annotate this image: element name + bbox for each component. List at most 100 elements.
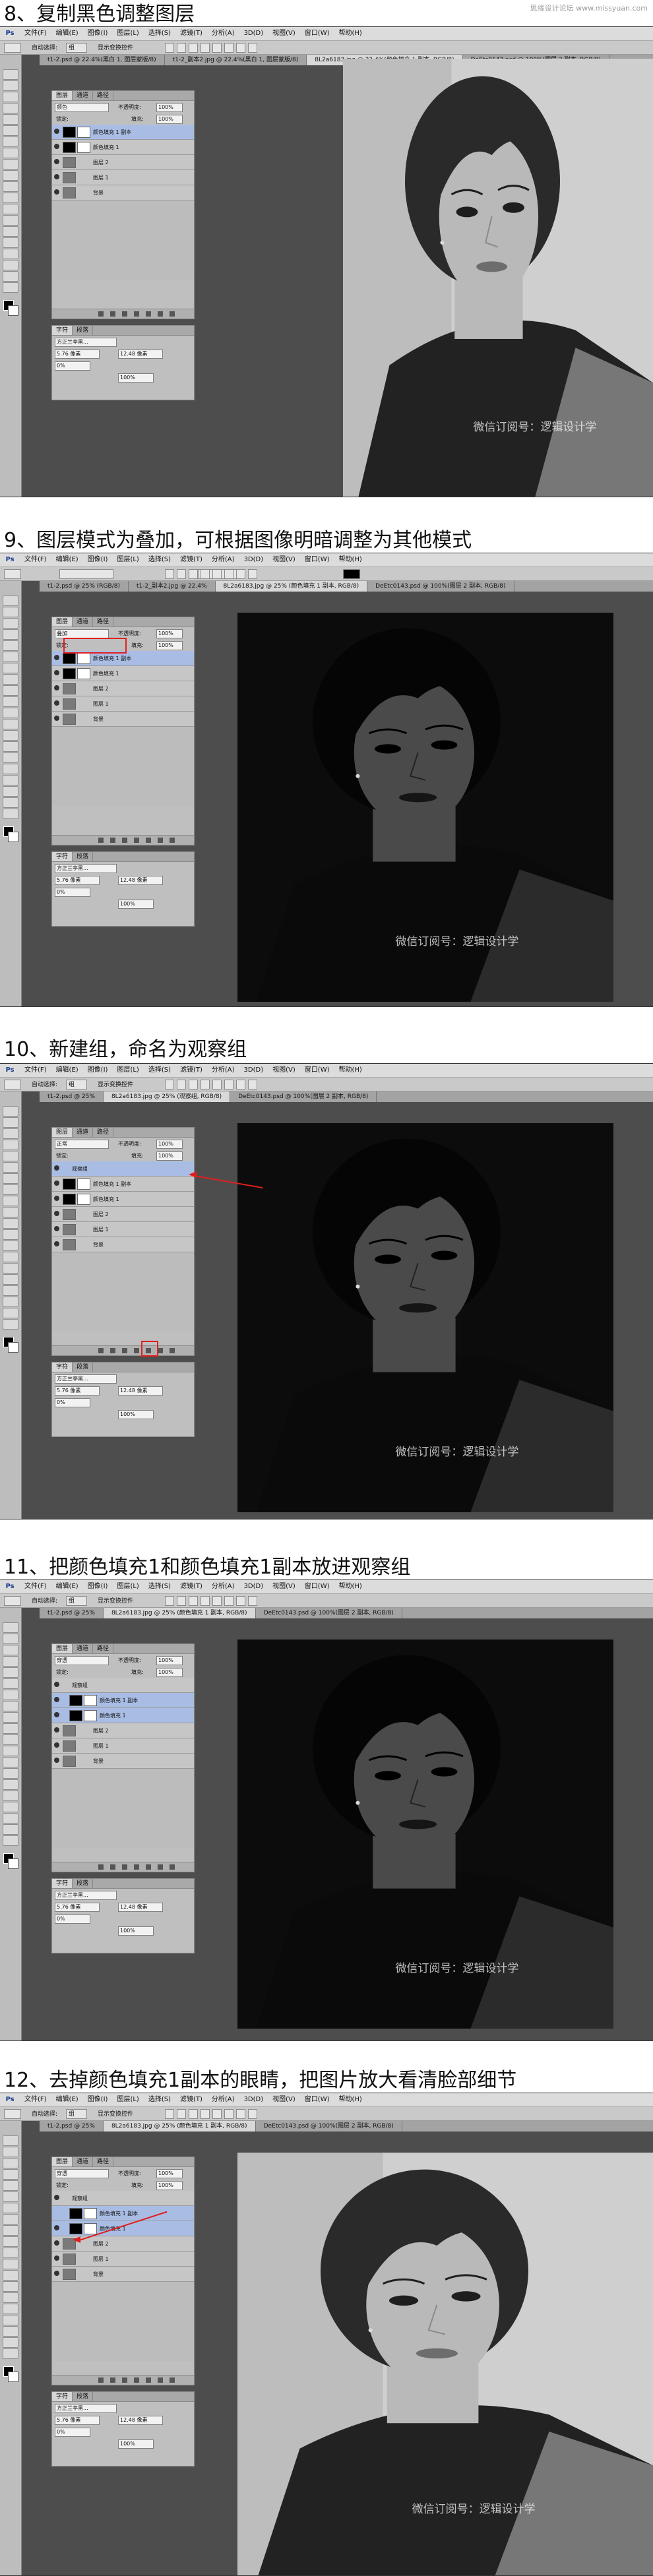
panel-tab[interactable]: 通道: [73, 2157, 93, 2166]
lasso-tool-icon[interactable]: [3, 618, 18, 629]
leading-input[interactable]: 12.48 像素: [118, 1386, 163, 1395]
layer-row[interactable]: 图层 2: [52, 155, 194, 170]
tracking-input[interactable]: 0%: [55, 2428, 90, 2437]
panel-tab[interactable]: 路径: [93, 1128, 113, 1137]
new-group-icon[interactable]: [146, 2377, 151, 2383]
blur-tool-icon[interactable]: [3, 204, 18, 214]
new-group-icon[interactable]: [146, 311, 151, 317]
crop-tool-icon[interactable]: [3, 1667, 18, 1678]
panel-tab[interactable]: 段落: [73, 326, 93, 335]
panel-tab[interactable]: 路径: [93, 91, 113, 100]
menu-item[interactable]: 文件(F): [20, 553, 51, 567]
delete-layer-icon[interactable]: [170, 2377, 175, 2383]
gradient-tool-icon[interactable]: [3, 193, 18, 203]
eyedropper-icon[interactable]: [3, 2192, 18, 2202]
marquee-tool-icon[interactable]: [3, 1117, 18, 1128]
type-tool-icon[interactable]: [3, 764, 18, 774]
menu-item[interactable]: 视图(V): [268, 27, 300, 40]
eye-icon[interactable]: [54, 655, 59, 660]
tool-preset-picker[interactable]: [4, 1080, 21, 1089]
menu-item[interactable]: 选择(S): [144, 27, 175, 40]
delete-layer-icon[interactable]: [170, 311, 175, 317]
panel-tab[interactable]: 图层: [52, 91, 73, 100]
link-layers-icon[interactable]: [98, 2377, 104, 2383]
leading-input[interactable]: 12.48 像素: [118, 350, 163, 359]
align-button[interactable]: [165, 43, 174, 53]
blur-tool-icon[interactable]: [3, 2270, 18, 2281]
align-button[interactable]: [224, 569, 233, 579]
adjustment-layer-icon[interactable]: [134, 838, 139, 843]
layer-row[interactable]: 图层 2: [52, 681, 194, 696]
adjustment-layer-icon[interactable]: [134, 2377, 139, 2383]
magic-wand-icon[interactable]: [3, 629, 18, 640]
menu-item[interactable]: 视图(V): [268, 2093, 300, 2106]
type-tool-icon[interactable]: [3, 237, 18, 248]
layer-row[interactable]: 背景: [52, 2267, 194, 2282]
leading-input[interactable]: 12.48 像素: [118, 1903, 163, 1912]
layer-group-row[interactable]: 观察组: [52, 1678, 194, 1693]
panel-tab[interactable]: 图层: [52, 1128, 73, 1137]
eye-icon[interactable]: [54, 1165, 59, 1171]
background-color-swatch[interactable]: [8, 1342, 18, 1353]
panel-tab[interactable]: 图层: [52, 2157, 73, 2166]
add-mask-icon[interactable]: [122, 1348, 127, 1353]
leading-input[interactable]: 12.48 像素: [118, 2416, 163, 2425]
magic-wand-icon[interactable]: [3, 2169, 18, 2180]
menu-item[interactable]: 图像(I): [83, 1580, 113, 1593]
eye-icon[interactable]: [54, 1697, 59, 1702]
font-size-input[interactable]: 5.76 像素: [55, 2416, 100, 2425]
font-family-dropdown[interactable]: 方正兰亭黑...: [55, 1374, 117, 1384]
eye-icon[interactable]: [54, 1742, 59, 1748]
pen-tool-icon[interactable]: [3, 752, 18, 763]
menu-item[interactable]: 滤镜(T): [175, 1064, 207, 1077]
layer-row[interactable]: 颜色填充 1: [52, 2221, 194, 2236]
move-tool-icon[interactable]: [3, 69, 18, 80]
menu-item[interactable]: 图层(L): [112, 553, 143, 567]
layer-row[interactable]: 图层 1: [52, 1222, 194, 1237]
eyedropper-icon[interactable]: [3, 125, 18, 136]
blur-tool-icon[interactable]: [3, 1757, 18, 1767]
gradient-tool-icon[interactable]: [3, 2259, 18, 2269]
brush-tool-icon[interactable]: [3, 1701, 18, 1711]
hand-tool-icon[interactable]: [3, 271, 18, 282]
font-family-dropdown[interactable]: 方正兰亭黑...: [55, 864, 117, 873]
eyedropper-icon[interactable]: [3, 1678, 18, 1689]
brush-tool-icon[interactable]: [3, 1184, 18, 1195]
menu-item[interactable]: 滤镜(T): [175, 1580, 207, 1593]
layer-row[interactable]: 颜色填充 1: [52, 1708, 194, 1723]
history-brush-icon[interactable]: [3, 1723, 18, 1734]
marquee-tool-icon[interactable]: [3, 607, 18, 617]
font-size-input[interactable]: 5.76 像素: [55, 1386, 100, 1395]
document-tab[interactable]: 8L2a6183.jpg @ 25% (观察组, RGB/8): [104, 1091, 230, 1102]
document-tab[interactable]: DeEtc0143.psd @ 100%(图层 2 副本, RGB/8): [256, 2121, 402, 2131]
document-tab[interactable]: DeEtc0143.psd @ 100%(图层 2 副本, RGB/8): [256, 1608, 402, 1618]
document-tab[interactable]: t1-2.psd @ 25%: [40, 2121, 104, 2131]
marquee-tool-icon[interactable]: [3, 2147, 18, 2157]
healing-brush-icon[interactable]: [3, 1173, 18, 1184]
menu-item[interactable]: 滤镜(T): [175, 27, 207, 40]
layer-row[interactable]: 颜色填充 1 副本: [52, 1177, 194, 1192]
align-button[interactable]: [201, 569, 210, 579]
brush-tool-icon[interactable]: [3, 2214, 18, 2224]
panel-tab[interactable]: 字符: [52, 2392, 73, 2401]
move-tool-icon[interactable]: [3, 1622, 18, 1633]
eye-icon[interactable]: [54, 1226, 59, 1231]
clone-stamp-icon[interactable]: [3, 685, 18, 696]
dodge-tool-icon[interactable]: [3, 1252, 18, 1262]
layer-row[interactable]: 图层 1: [52, 2252, 194, 2267]
menu-item[interactable]: 文件(F): [20, 1064, 51, 1077]
panel-tab[interactable]: 通道: [73, 1128, 93, 1137]
panel-tab[interactable]: 段落: [73, 852, 93, 861]
crop-tool-icon[interactable]: [3, 114, 18, 125]
align-button[interactable]: [248, 43, 257, 53]
scale-input[interactable]: 100%: [118, 900, 154, 909]
link-layers-icon[interactable]: [98, 311, 104, 317]
lasso-tool-icon[interactable]: [3, 1128, 18, 1139]
document-tab[interactable]: t1-2.psd @ 22.4%(黑白 1, 图层蒙版/8): [40, 55, 165, 65]
align-button[interactable]: [165, 1080, 174, 1089]
eye-icon[interactable]: [54, 1758, 59, 1763]
adjustment-layer-icon[interactable]: [134, 311, 139, 317]
clone-stamp-icon[interactable]: [3, 159, 18, 169]
align-button[interactable]: [248, 569, 257, 579]
layer-style-icon[interactable]: [110, 311, 115, 317]
